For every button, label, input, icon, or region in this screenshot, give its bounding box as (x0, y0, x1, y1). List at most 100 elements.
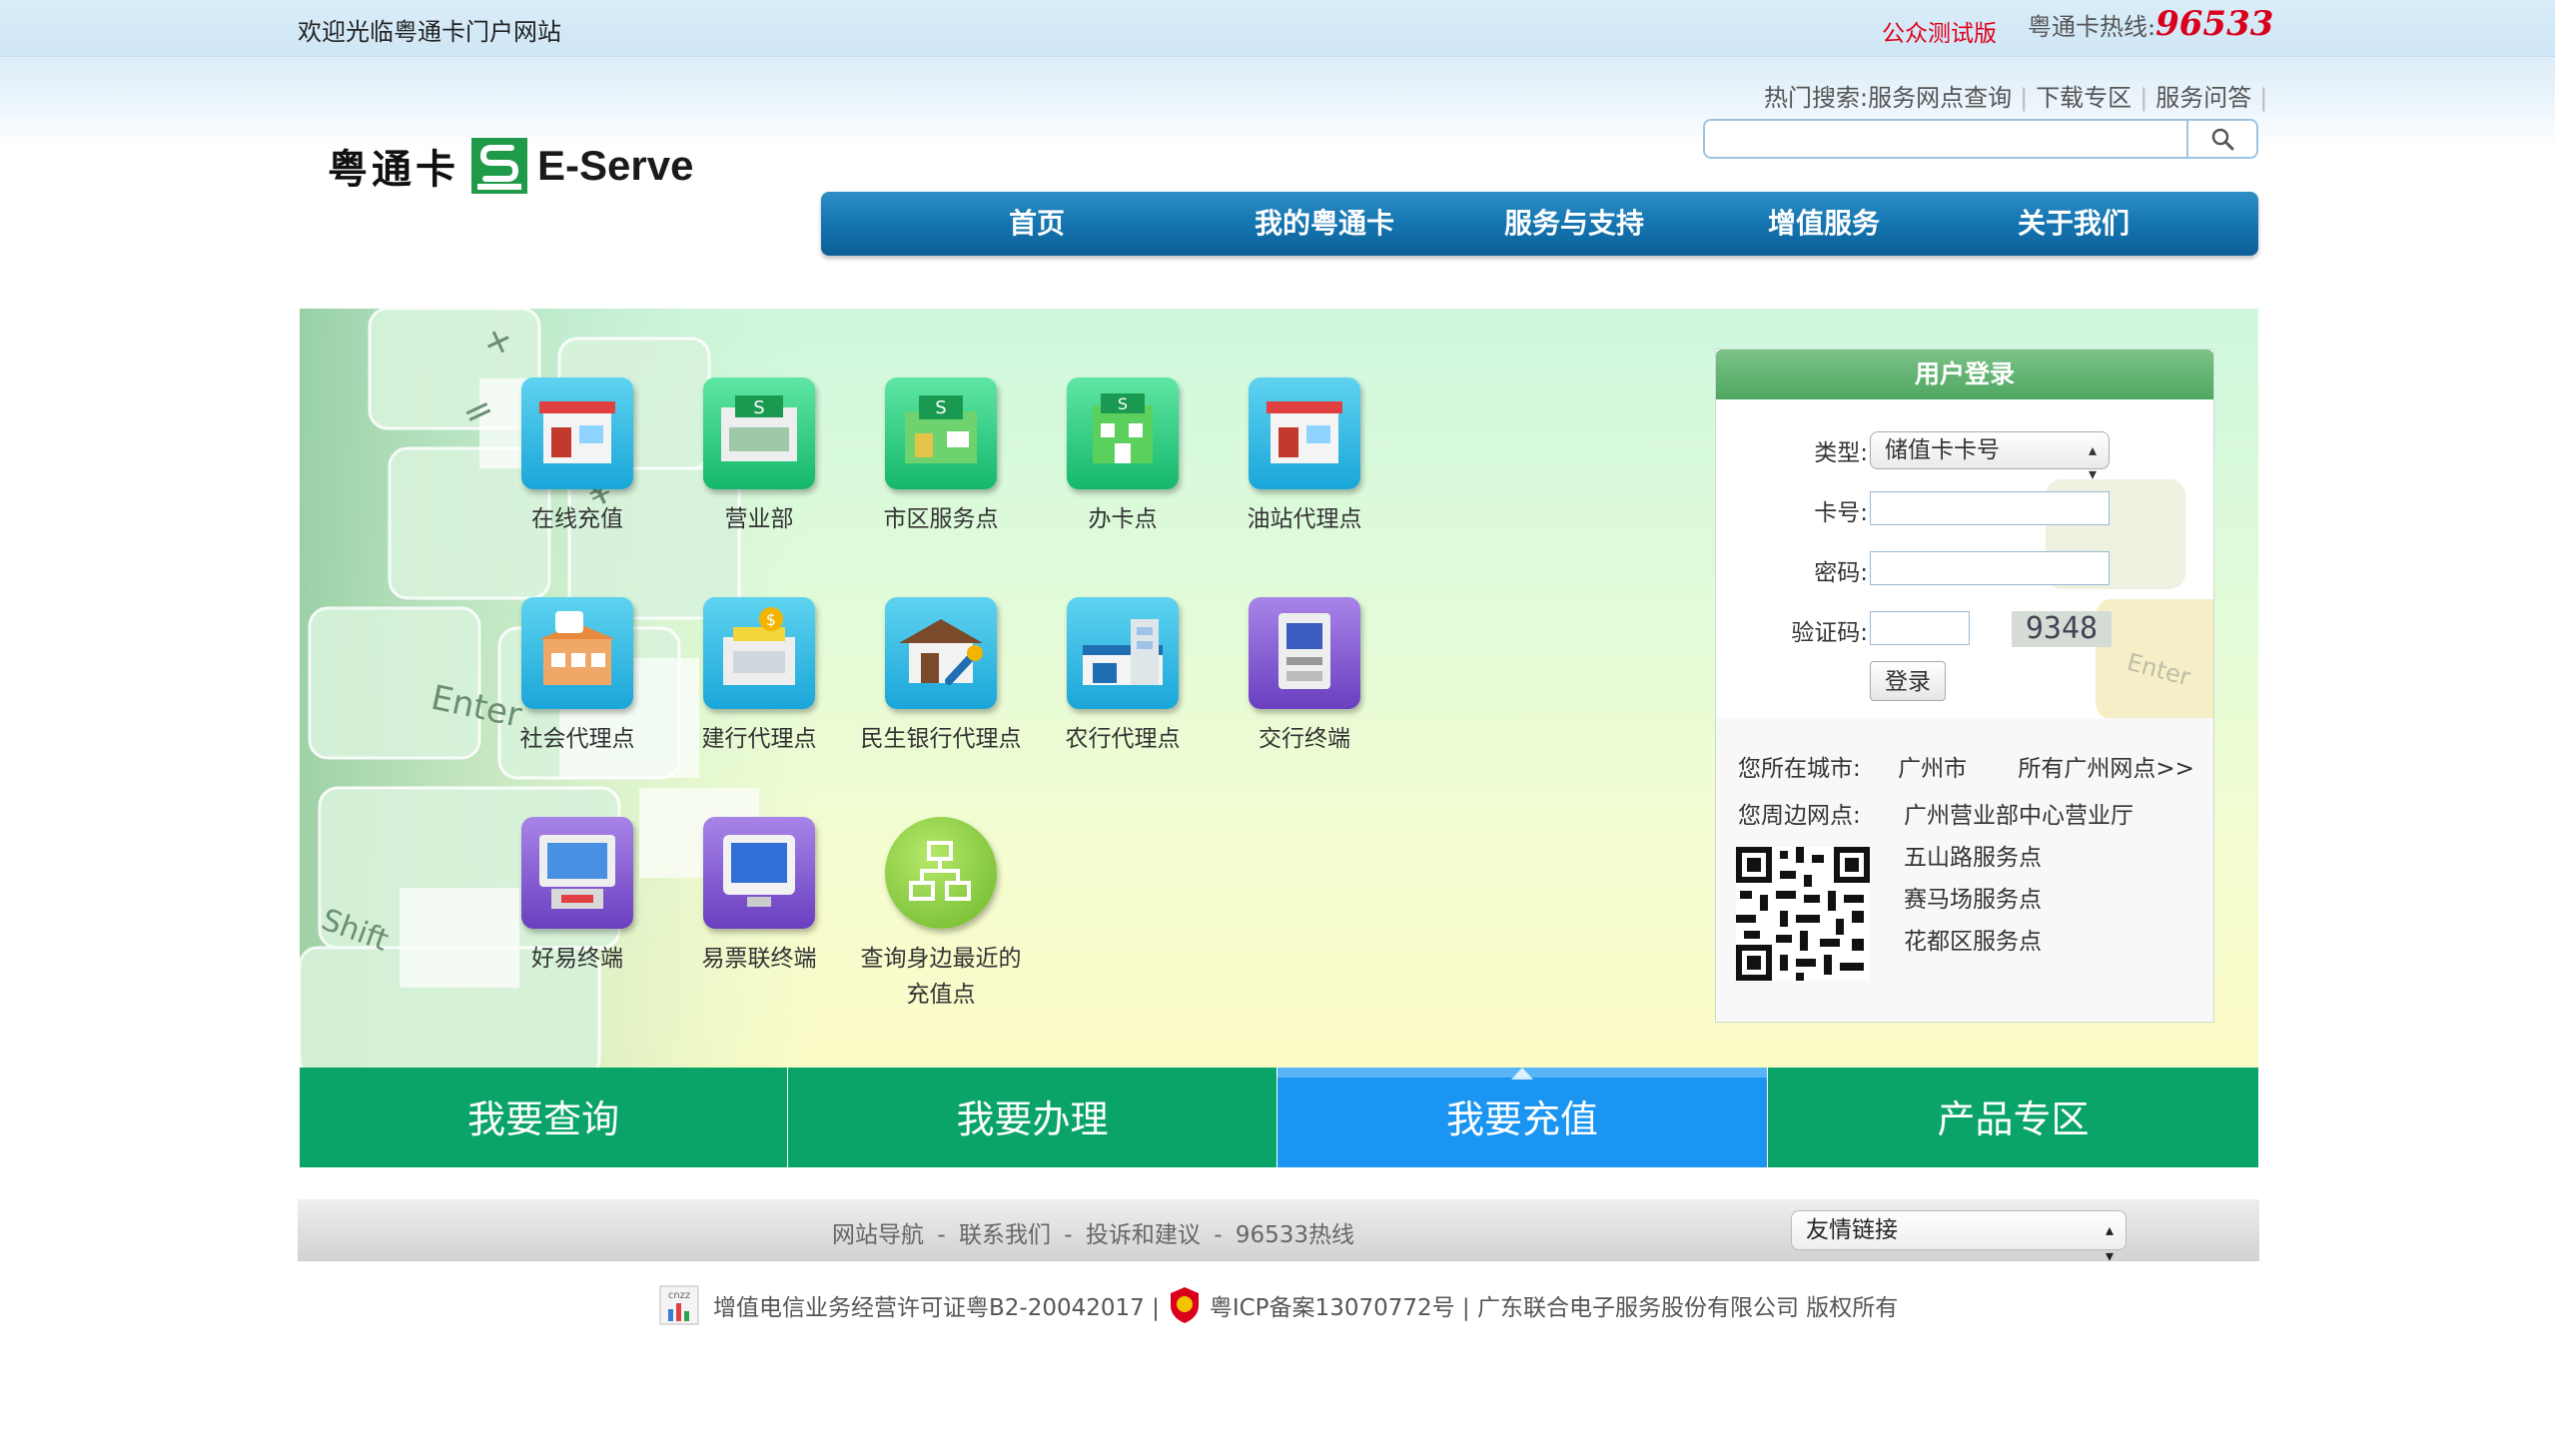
tab-products[interactable]: 产品专区 (1768, 1068, 2258, 1167)
gas-station-icon (1249, 377, 1360, 489)
footer-separator: - (1214, 1222, 1223, 1248)
service-label: 社会代理点 (519, 726, 635, 752)
service-label: 办卡点 (1088, 506, 1158, 532)
search-box (1703, 119, 2258, 159)
service-label: 农行代理点 (1065, 726, 1181, 752)
tab-query[interactable]: 我要查询 (300, 1068, 787, 1167)
kiosk-terminal-icon (521, 817, 633, 929)
service-label: 好易终端 (531, 946, 623, 972)
ccb-bank-icon: $ (703, 597, 815, 709)
logo-text-cn: 粤通卡 (328, 146, 459, 193)
nav-about-us[interactable]: 关于我们 (1858, 192, 2289, 256)
footer-separator: - (1064, 1222, 1073, 1248)
service-yipiaolian-terminal[interactable]: 易票联终端 (669, 817, 849, 977)
service-label-line2: 充值点 (906, 982, 976, 1008)
service-nearest-point-query[interactable]: 查询身边最近的 充值点 (851, 817, 1031, 1013)
cnzz-stats-icon[interactable]: cnzz (659, 1285, 699, 1325)
site-logo[interactable]: 粤通卡 E-Serve (328, 136, 693, 196)
service-abc-agent[interactable]: 农行代理点 (1033, 597, 1213, 757)
tab-apply[interactable]: 我要办理 (788, 1068, 1277, 1167)
abc-bank-icon (1067, 597, 1179, 709)
service-haoyi-terminal[interactable]: 好易终端 (487, 817, 667, 977)
city-value[interactable]: 广州市 (1898, 756, 1967, 782)
store-icon (521, 377, 633, 489)
service-gas-station[interactable]: 油站代理点 (1215, 377, 1394, 537)
copyright-row: cnzz 增值电信业务经营许可证粤B2-20042017 | 粤ICP备案130… (659, 1280, 1898, 1330)
hotline-number: 96533 (2155, 4, 2274, 44)
nearby-point-link[interactable]: 广州营业部中心营业厅 (1904, 796, 2133, 830)
all-points-link[interactable]: 所有广州网点>> (2018, 756, 2194, 782)
captcha-label: 验证码: (1791, 620, 1868, 646)
service-label: 交行终端 (1259, 726, 1350, 752)
main-nav: 首页 我的粤通卡 服务与支持 增值服务 关于我们 (821, 192, 2258, 256)
svg-text:S: S (753, 397, 764, 418)
password-input[interactable] (1870, 551, 2110, 585)
service-label: 民生银行代理点 (860, 726, 1022, 752)
nearby-point-link[interactable]: 花都区服务点 (1904, 922, 2042, 956)
main-tabs: 我要查询 我要办理 我要充值 产品专区 (300, 1068, 2258, 1167)
search-input[interactable] (1713, 125, 2186, 155)
card-type-select[interactable]: 储值卡卡号 ▴ ▾ (1870, 431, 2110, 483)
nearby-point-link[interactable]: 五山路服务点 (1904, 838, 2042, 872)
footer-link-contact[interactable]: 联系我们 (959, 1222, 1051, 1248)
svg-text:S: S (1118, 394, 1128, 413)
captcha-input[interactable] (1870, 611, 1970, 645)
login-form: Enter 类型: 储值卡卡号 ▴ ▾ 卡号: 密码: 验证码: 9348 登录 (1716, 399, 2213, 718)
login-panel: 用户登录 Enter 类型: 储值卡卡号 ▴ ▾ 卡号: 密码: 验证码: 934… (1715, 349, 2214, 1023)
password-label: 密码: (1814, 560, 1868, 586)
divider: | (2259, 84, 2268, 112)
city-row: 您所在城市: 广州市 所有广州网点>> (1738, 749, 2194, 783)
card-office-icon: S (1067, 377, 1179, 489)
network-icon (885, 817, 997, 929)
card-type-value: 储值卡卡号 (1885, 437, 2000, 463)
service-point-icon: S (885, 377, 997, 489)
service-bocom-terminal[interactable]: 交行终端 (1215, 597, 1394, 757)
divider: | (2139, 84, 2148, 112)
police-badge-icon[interactable] (1168, 1285, 1202, 1325)
search-icon (2211, 128, 2234, 151)
logo-text-en: E-Serve (537, 142, 694, 189)
cafe-icon (521, 597, 633, 709)
welcome-text: 欢迎光临粤通卡门户网站 (298, 18, 561, 46)
footer-link-feedback[interactable]: 投诉和建议 (1086, 1222, 1201, 1248)
login-button[interactable]: 登录 (1870, 661, 1946, 701)
service-ccb-agent[interactable]: $ 建行代理点 (669, 597, 849, 757)
service-business-hall[interactable]: S 营业部 (669, 377, 849, 537)
service-social-agent[interactable]: 社会代理点 (487, 597, 667, 757)
service-cmbc-agent[interactable]: 民生银行代理点 (851, 597, 1031, 757)
icp-text: 粤ICP备案13070772号 | 广东联合电子服务股份有限公司 版权所有 (1209, 1295, 1899, 1321)
hot-link-service-points[interactable]: 服务网点查询 (1868, 84, 2012, 112)
service-card-office[interactable]: S 办卡点 (1033, 377, 1213, 537)
friend-links-select[interactable]: 友情链接 ▴ ▾ (1791, 1210, 2127, 1265)
hot-link-downloads[interactable]: 下载专区 (2036, 84, 2131, 112)
footer-separator: - (937, 1222, 946, 1248)
qr-code-image (1736, 847, 1870, 981)
hotline: 粤通卡热线:96533 (2028, 4, 2273, 44)
service-label-line1: 查询身边最近的 (860, 946, 1022, 972)
footer-link-sitemap[interactable]: 网站导航 (832, 1222, 924, 1248)
footer-link-hotline[interactable]: 96533热线 (1236, 1222, 1354, 1248)
service-online-recharge[interactable]: 在线充值 (487, 377, 667, 537)
nearby-point-link[interactable]: 赛马场服务点 (1904, 880, 2042, 914)
active-tab-pointer-icon (1511, 1068, 1533, 1080)
select-arrows-icon: ▴ ▾ (2105, 1220, 2114, 1265)
service-label: 易票联终端 (701, 946, 817, 972)
atm-terminal-icon (1249, 597, 1360, 709)
nearby-label: 您周边网点: (1738, 803, 1861, 829)
captcha-image[interactable]: 9348 (2012, 611, 2112, 647)
city-label: 您所在城市: (1738, 756, 1861, 782)
hot-link-faq[interactable]: 服务问答 (2155, 84, 2251, 112)
license-text: 增值电信业务经营许可证粤B2-20042017 | (713, 1295, 1160, 1321)
service-label: 查询身边最近的 充值点 (851, 941, 1031, 1013)
tab-recharge[interactable]: 我要充值 (1278, 1068, 1767, 1167)
card-number-input[interactable] (1870, 491, 2110, 525)
search-button[interactable] (2186, 121, 2256, 157)
login-title: 用户登录 (1716, 350, 2213, 399)
service-city-point[interactable]: S 市区服务点 (851, 377, 1031, 537)
divider: | (2020, 84, 2029, 112)
logo-badge-icon (471, 138, 527, 194)
service-label: 营业部 (724, 506, 794, 532)
card-number-label: 卡号: (1814, 500, 1868, 526)
service-label: 建行代理点 (701, 726, 817, 752)
svg-text:cnzz: cnzz (668, 1290, 690, 1301)
